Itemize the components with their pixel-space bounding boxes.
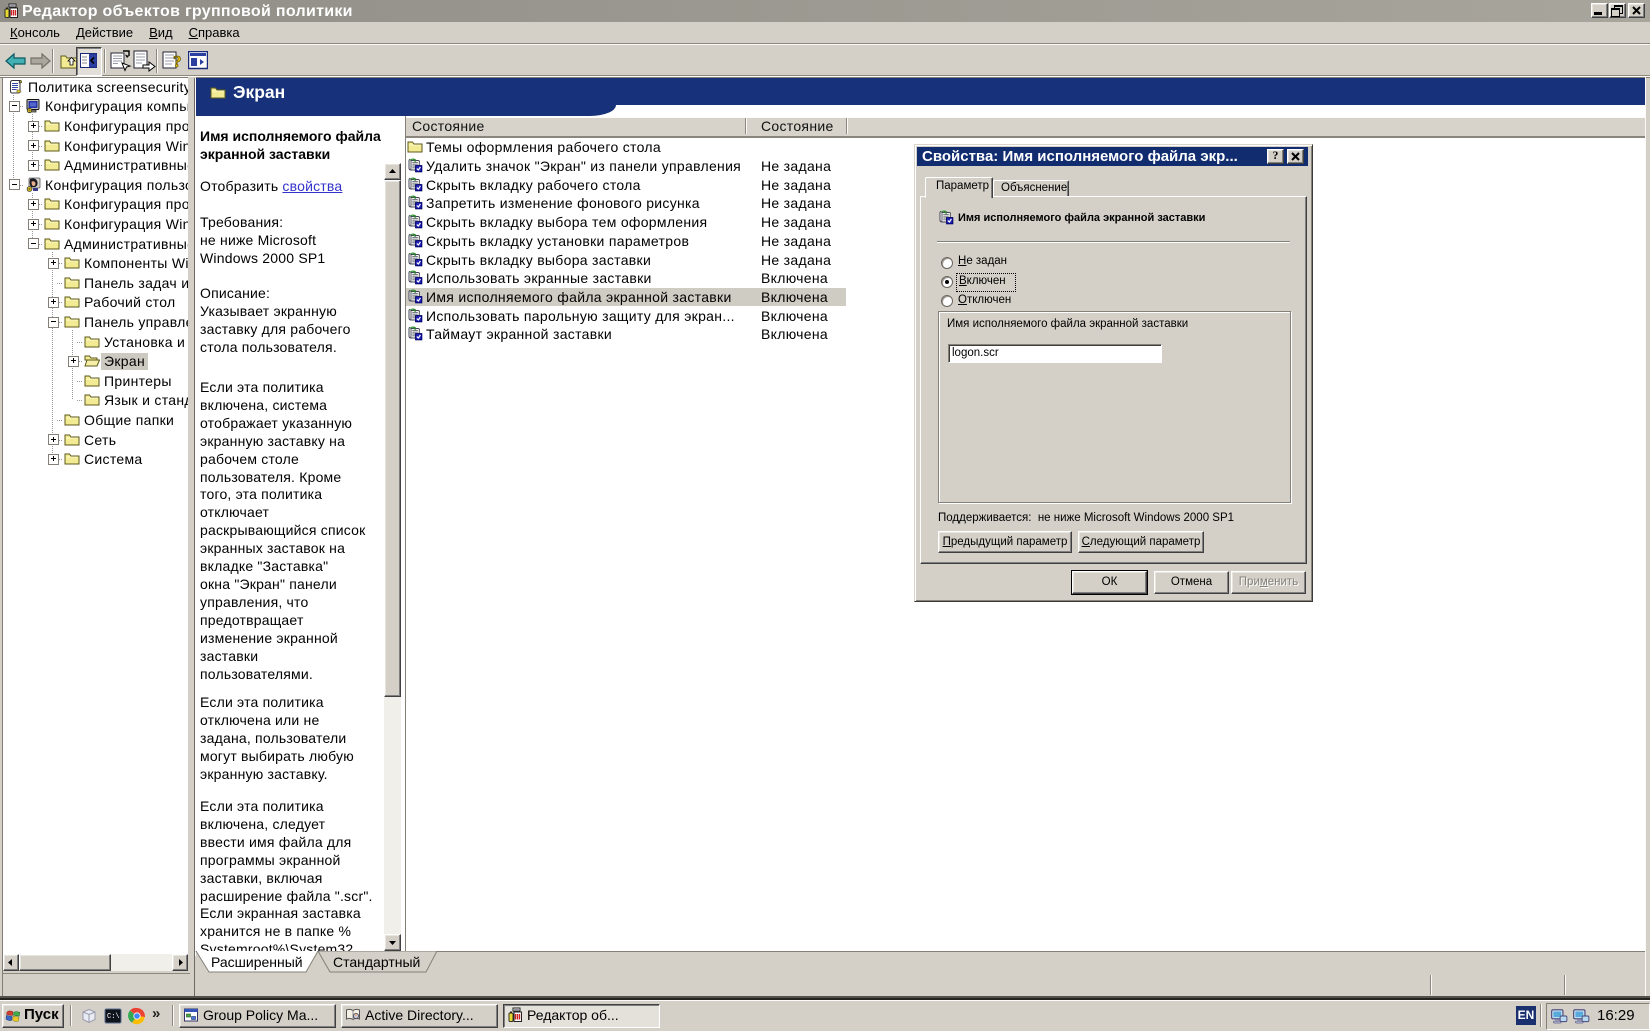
svg-text:C:\: C:\ [107,1013,120,1021]
svg-text:?: ? [173,52,182,71]
svg-text:Расширенный: Расширенный [211,954,303,970]
svg-text:Стандартный: Стандартный [333,954,420,970]
